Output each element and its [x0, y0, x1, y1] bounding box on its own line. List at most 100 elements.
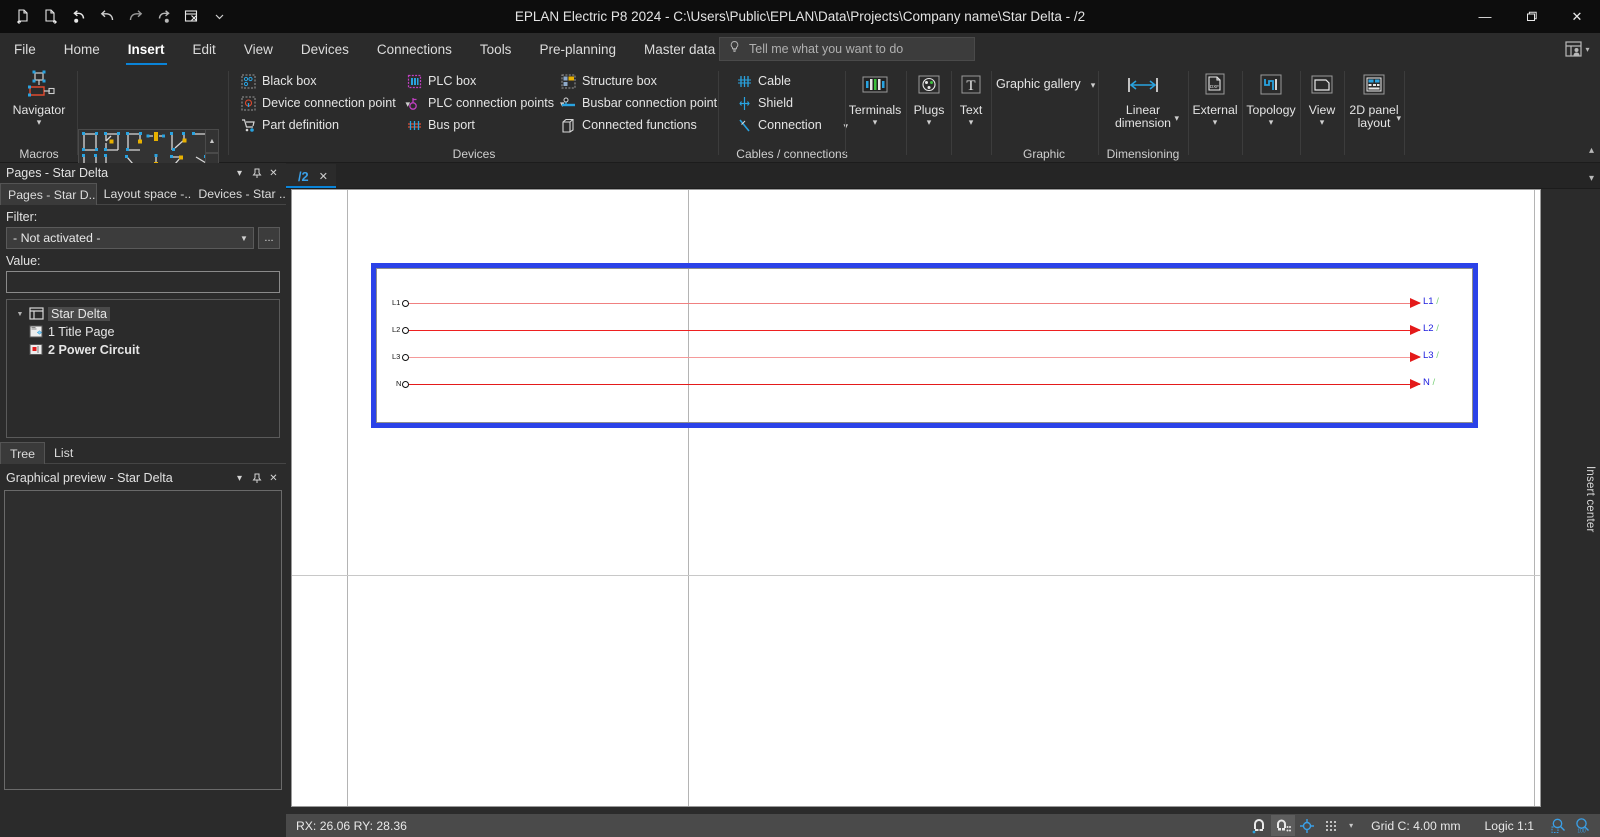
- ribbon-tab-insert[interactable]: Insert: [114, 33, 179, 65]
- chevron-down-icon[interactable]: ▾: [927, 118, 932, 127]
- tabstrip-menu-icon[interactable]: ▾: [1589, 173, 1594, 184]
- chevron-down-icon[interactable]: ▼: [235, 228, 253, 248]
- crosshair-icon[interactable]: [1295, 815, 1319, 836]
- close-icon[interactable]: ✕: [319, 170, 328, 183]
- ribbon-button-plugs[interactable]: Plugs ▾: [907, 65, 951, 163]
- close-button[interactable]: ✕: [1554, 0, 1600, 33]
- wire-n[interactable]: [409, 384, 1420, 385]
- chevron-down-icon[interactable]: ▾: [1320, 118, 1325, 127]
- ribbon-tab-pre-planning[interactable]: Pre-planning: [525, 33, 630, 65]
- plc-box-button[interactable]: PLC box: [402, 70, 562, 92]
- cable-button[interactable]: Cable: [732, 70, 852, 92]
- search-input[interactable]: Tell me what you want to do: [749, 42, 903, 56]
- chevron-down-icon[interactable]: ▾: [873, 118, 878, 127]
- bus-port-button[interactable]: Bus port: [402, 114, 562, 136]
- wire-l1[interactable]: [409, 303, 1420, 304]
- structure-box-button[interactable]: Structure box: [556, 70, 716, 92]
- terminal-circle-l1[interactable]: [402, 299, 409, 307]
- chevron-down-icon[interactable]: ▾: [1269, 118, 1274, 127]
- terminal-circle-n[interactable]: [402, 380, 409, 388]
- close-icon[interactable]: ✕: [265, 165, 282, 182]
- ribbon-tab-master-data[interactable]: Master data: [630, 33, 729, 65]
- snap-magnet-icon[interactable]: [1247, 815, 1271, 836]
- connection-button[interactable]: Connection ▾: [732, 114, 852, 136]
- chevron-down-icon[interactable]: ▾: [1174, 114, 1179, 123]
- grid-dots-icon[interactable]: [1319, 815, 1343, 836]
- ribbon-button-terminals[interactable]: Terminals ▾: [846, 65, 904, 163]
- new-page-icon[interactable]: [10, 4, 36, 30]
- connected-functions-button[interactable]: Connected functions: [556, 114, 716, 136]
- ribbon-tab-home[interactable]: Home: [50, 33, 114, 65]
- symbol-cell[interactable]: [101, 130, 123, 153]
- graphic-gallery-button[interactable]: Graphic gallery ▾: [992, 73, 1096, 95]
- pin-icon[interactable]: [248, 470, 265, 487]
- wire-l3[interactable]: [409, 357, 1420, 358]
- snap-grid-magnet-icon[interactable]: [1271, 815, 1296, 836]
- undo-icon[interactable]: [66, 4, 92, 30]
- ribbon-tab-devices[interactable]: Devices: [287, 33, 363, 65]
- grid-dropdown-icon[interactable]: ▾: [1343, 815, 1359, 836]
- ribbon-tab-edit[interactable]: Edit: [179, 33, 230, 65]
- ribbon-tab-tools[interactable]: Tools: [466, 33, 526, 65]
- ribbon-button-topology[interactable]: Topology ▾: [1243, 65, 1299, 163]
- part-definition-button[interactable]: Part definition: [236, 114, 414, 136]
- panel-tab-layout-space[interactable]: Layout space -...: [97, 183, 192, 205]
- close-page-icon[interactable]: [178, 4, 204, 30]
- close-icon[interactable]: ✕: [265, 470, 282, 487]
- tree-row-title-page[interactable]: 1 Title Page: [7, 323, 279, 341]
- panel-tab-devices[interactable]: Devices - Star ...: [191, 183, 286, 205]
- gallery-scroll-up-icon[interactable]: ▲: [205, 129, 219, 153]
- terminal-circle-l3[interactable]: [402, 353, 409, 361]
- tell-me-search-box[interactable]: Tell me what you want to do: [719, 37, 975, 61]
- ribbon-button-2d-panel-layout[interactable]: 2D panel layout ▾: [1345, 65, 1403, 163]
- chevron-down-icon[interactable]: ▾: [1091, 80, 1096, 89]
- selection-highlight-box[interactable]: [371, 263, 1478, 428]
- undo-arrow-icon[interactable]: [94, 4, 120, 30]
- account-icon[interactable]: ▾: [1560, 36, 1594, 62]
- ribbon-button-text[interactable]: T Text ▾: [952, 65, 990, 163]
- minimize-button[interactable]: —: [1462, 0, 1508, 33]
- linear-dimension-button[interactable]: Linear dimension: [1099, 65, 1187, 141]
- black-box-button[interactable]: Black box: [236, 70, 414, 92]
- view-tab-tree[interactable]: Tree: [0, 442, 46, 464]
- wire-l2[interactable]: [409, 330, 1420, 331]
- document-tab-page-2[interactable]: /2 ✕: [286, 164, 336, 188]
- ribbon-tab-connections[interactable]: Connections: [363, 33, 466, 65]
- symbol-cell[interactable]: [167, 130, 189, 153]
- graphical-preview-area[interactable]: [4, 490, 282, 790]
- schematic-canvas[interactable]: L1 L1 / L2 L2 / L3 L3 / N N /: [291, 189, 1541, 807]
- view-tab-list[interactable]: List: [45, 442, 82, 464]
- expand-collapse-icon[interactable]: ▼: [13, 311, 27, 318]
- filter-combo[interactable]: - Not activated - ▼: [6, 227, 254, 249]
- zoom-window-icon[interactable]: [1546, 815, 1570, 836]
- symbol-cell[interactable]: [145, 130, 167, 153]
- terminal-circle-l2[interactable]: [402, 326, 409, 334]
- collapse-ribbon-icon[interactable]: ▴: [1589, 145, 1594, 156]
- filter-more-button[interactable]: ...: [258, 227, 280, 249]
- panel-tab-pages[interactable]: Pages - Star D...: [0, 183, 97, 205]
- chevron-down-icon[interactable]: ▾: [969, 118, 974, 127]
- chevron-down-icon[interactable]: ▾: [37, 118, 42, 127]
- ribbon-button-view[interactable]: View ▾: [1301, 65, 1343, 163]
- pin-icon[interactable]: [248, 165, 265, 182]
- symbol-cell[interactable]: [79, 130, 101, 153]
- ribbon-tab-file[interactable]: File: [0, 33, 50, 65]
- chevron-down-icon[interactable]: ▾: [1213, 118, 1218, 127]
- zoom-100-icon[interactable]: 100: [1570, 815, 1594, 836]
- symbol-cell[interactable]: [123, 130, 145, 153]
- chevron-down-icon[interactable]: ▾: [1396, 114, 1401, 123]
- device-connection-point-button[interactable]: Device connection point ▾: [236, 92, 414, 114]
- ribbon-button-external[interactable]: DXF External ▾: [1189, 65, 1241, 163]
- redo-icon[interactable]: [150, 4, 176, 30]
- tree-row-project[interactable]: ▼ Star Delta: [7, 305, 279, 323]
- pages-tree[interactable]: ▼ Star Delta 1 Title Page 2 Power Circui…: [6, 299, 280, 438]
- value-input[interactable]: [6, 271, 280, 293]
- panel-menu-icon[interactable]: ▾: [231, 165, 248, 182]
- navigator-button[interactable]: Navigator ▾: [4, 65, 74, 141]
- tree-row-power-circuit[interactable]: 2 Power Circuit: [7, 341, 279, 359]
- maximize-button[interactable]: [1508, 0, 1554, 33]
- insert-center-tab[interactable]: Insert center: [1580, 189, 1600, 809]
- qat-overflow-icon[interactable]: [206, 4, 232, 30]
- panel-menu-icon[interactable]: ▾: [231, 470, 248, 487]
- open-page-icon[interactable]: [38, 4, 64, 30]
